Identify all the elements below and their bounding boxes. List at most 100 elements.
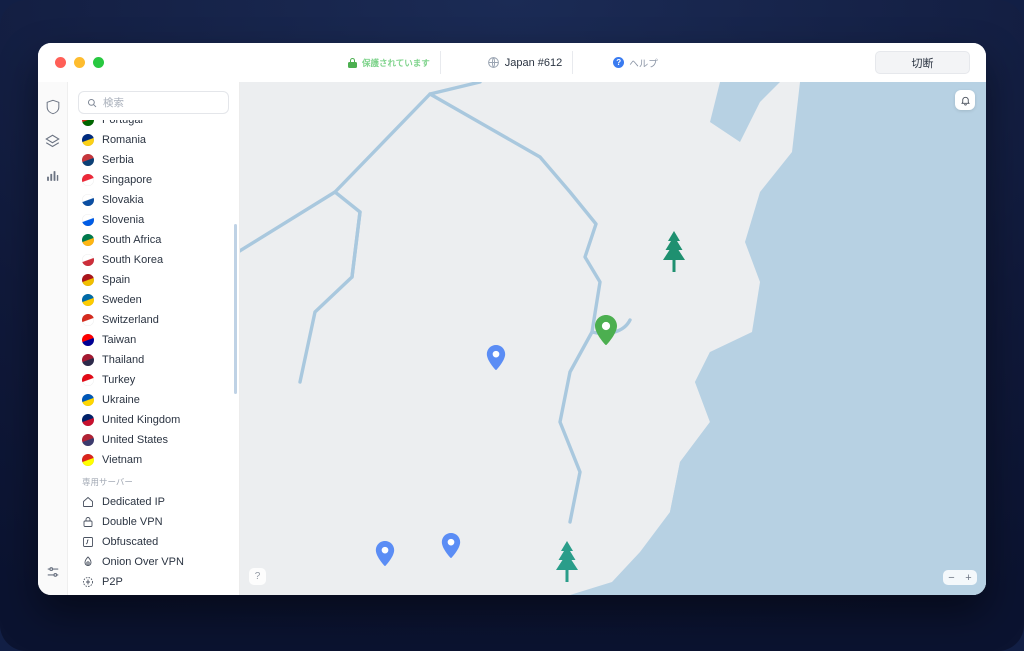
country-row[interactable]: Taiwan	[68, 330, 240, 350]
search-input[interactable]	[103, 96, 220, 109]
sidebar-scrollbar-track[interactable]	[234, 112, 238, 592]
country-row[interactable]: Switzerland	[68, 310, 240, 330]
country-row[interactable]: South Korea	[68, 250, 240, 270]
disconnect-label: 切断	[911, 57, 934, 70]
world-map[interactable]: ? − +	[240, 82, 986, 595]
country-row[interactable]: Serbia	[68, 150, 240, 170]
country-label: United States	[102, 434, 169, 446]
country-row[interactable]: Slovakia	[68, 190, 240, 210]
notifications-button[interactable]	[955, 90, 975, 110]
country-label: South Africa	[102, 234, 162, 246]
specialty-row[interactable]: Obfuscated	[68, 532, 240, 552]
flag-icon	[82, 154, 94, 166]
country-row[interactable]: Thailand	[68, 350, 240, 370]
search-area	[68, 82, 239, 120]
p2p-icon	[82, 576, 94, 588]
country-row[interactable]: South Africa	[68, 230, 240, 250]
double-lock-icon	[82, 516, 94, 528]
country-row[interactable]: Ukraine	[68, 390, 240, 410]
country-row[interactable]: Singapore	[68, 170, 240, 190]
disconnect-button[interactable]: 切断	[875, 51, 970, 74]
country-label: Spain	[102, 274, 131, 286]
country-label: Switzerland	[102, 314, 159, 326]
flag-icon	[82, 454, 94, 466]
flag-icon	[82, 334, 94, 346]
country-label: South Korea	[102, 254, 164, 266]
specialty-label: P2P	[102, 576, 123, 588]
country-label: Singapore	[102, 174, 153, 186]
country-row[interactable]: Turkey	[68, 370, 240, 390]
lock-icon	[348, 57, 357, 68]
maximize-button[interactable]	[93, 57, 104, 68]
globe-icon	[487, 57, 499, 68]
screen: 保護されています Japan #612 ? ヘルプ 切断 検索 Portugal…	[0, 0, 1024, 651]
home-icon	[82, 496, 94, 508]
flag-icon	[82, 294, 94, 306]
country-label: Slovenia	[102, 214, 145, 226]
flag-icon	[82, 214, 94, 226]
country-row[interactable]: Spain	[68, 270, 240, 290]
flag-icon	[82, 254, 94, 266]
country-row[interactable]: United Kingdom	[68, 410, 240, 430]
help-badge-icon: ?	[613, 57, 625, 68]
chart-icon[interactable]	[42, 164, 64, 186]
flag-icon	[82, 354, 94, 366]
zoom-in-button[interactable]: +	[960, 570, 977, 585]
country-label: Romania	[102, 134, 147, 146]
map-help-button[interactable]: ?	[249, 568, 266, 585]
country-row[interactable]: Slovenia	[68, 210, 240, 230]
specialty-row[interactable]: Onion Over VPN	[68, 552, 240, 572]
shield-icon[interactable]	[42, 96, 64, 118]
flag-icon	[82, 394, 94, 406]
onion-icon	[82, 556, 94, 568]
server-label: Japan #612	[504, 56, 563, 69]
title-bar: 保護されています Japan #612 ? ヘルプ 切断	[38, 43, 986, 82]
flag-icon	[82, 314, 94, 326]
close-button[interactable]	[55, 57, 66, 68]
country-row[interactable]: Romania	[68, 130, 240, 150]
flag-icon	[82, 274, 94, 286]
obfuscated-icon	[82, 536, 94, 548]
current-server[interactable]: Japan #612	[439, 51, 573, 74]
country-row[interactable]: Sweden	[68, 290, 240, 310]
country-label: Slovakia	[102, 194, 144, 206]
zoom-out-button[interactable]: −	[943, 570, 960, 585]
flag-icon	[82, 234, 94, 246]
flag-icon	[82, 374, 94, 386]
sidebar-scrollbar-thumb[interactable]	[234, 224, 237, 394]
connection-status-bar: 保護されています Japan #612 ? ヘルプ	[338, 51, 728, 74]
layers-icon[interactable]	[42, 130, 64, 152]
country-row[interactable]: Vietnam	[68, 450, 240, 470]
map-help-label: ?	[254, 571, 261, 582]
specialty-label: Obfuscated	[102, 536, 159, 548]
specialty-row[interactable]: Double VPN	[68, 512, 240, 532]
window-body: PortugalRomaniaSerbiaSingaporeSlovakiaSl…	[38, 82, 986, 595]
flag-icon	[82, 414, 94, 426]
search-box[interactable]	[78, 91, 229, 114]
server-sidebar: PortugalRomaniaSerbiaSingaporeSlovakiaSl…	[68, 82, 240, 595]
country-label: Taiwan	[102, 334, 137, 346]
flag-icon	[82, 434, 94, 446]
country-label: Thailand	[102, 354, 145, 366]
search-icon	[87, 98, 97, 107]
settings-icon[interactable]	[42, 561, 64, 583]
flag-icon	[82, 194, 94, 206]
country-list[interactable]: Portugal Romania Serbia Singapore Slovakia Sl…	[68, 110, 240, 595]
country-label: United Kingdom	[102, 414, 181, 426]
specialty-row[interactable]: Dedicated IP	[68, 492, 240, 512]
help-link[interactable]: ? ヘルプ	[572, 51, 668, 74]
specialty-label: Onion Over VPN	[102, 556, 184, 568]
bell-icon	[960, 96, 970, 106]
country-label: Turkey	[102, 374, 136, 386]
specialty-row[interactable]: P2P	[68, 572, 240, 592]
icon-rail	[38, 82, 68, 595]
specialty-servers-heading: 専用サーバー	[82, 477, 133, 487]
specialty-label: Dedicated IP	[102, 496, 165, 508]
protected-label: 保護されています	[362, 57, 430, 68]
country-row[interactable]: United States	[68, 430, 240, 450]
minimize-button[interactable]	[74, 57, 85, 68]
country-label: Sweden	[102, 294, 142, 306]
help-label: ヘルプ	[629, 58, 658, 70]
country-label: Serbia	[102, 154, 134, 166]
map-zoom-controls: − +	[943, 570, 977, 585]
